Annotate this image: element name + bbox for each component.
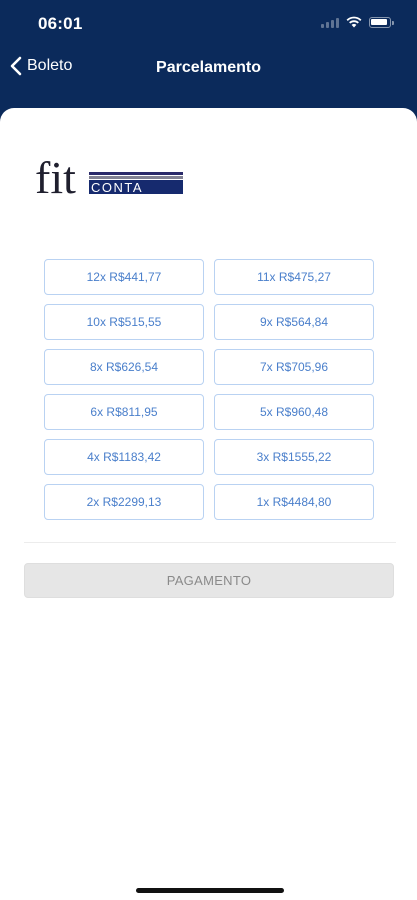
logo-text-conta: CONTA <box>91 180 143 195</box>
cellular-signal-icon <box>321 16 339 28</box>
status-time: 06:01 <box>38 14 83 33</box>
installment-options: 12x R$441,77 11x R$475,27 10x R$515,55 9… <box>44 259 374 520</box>
installment-option-8x[interactable]: 8x R$626,54 <box>44 349 204 385</box>
installment-option-4x[interactable]: 4x R$1183,42 <box>44 439 204 475</box>
installment-option-1x[interactable]: 1x R$4484,80 <box>214 484 374 520</box>
logo-text-fit: fit <box>35 156 76 198</box>
fitconta-logo: fit CONTA <box>35 156 183 198</box>
wifi-icon <box>346 16 362 28</box>
installment-option-3x[interactable]: 3x R$1555,22 <box>214 439 374 475</box>
battery-icon <box>369 16 394 28</box>
status-icons <box>321 16 394 28</box>
installment-option-11x[interactable]: 11x R$475,27 <box>214 259 374 295</box>
status-bar: 06:01 <box>0 0 417 48</box>
page-title: Parcelamento <box>156 59 261 76</box>
installment-option-7x[interactable]: 7x R$705,96 <box>214 349 374 385</box>
installment-option-5x[interactable]: 5x R$960,48 <box>214 394 374 430</box>
navigation-bar: Boleto Parcelamento <box>0 48 417 92</box>
installment-option-9x[interactable]: 9x R$564,84 <box>214 304 374 340</box>
content-sheet: fit CONTA 12x R$441,77 11x R$475,27 10x … <box>0 108 417 900</box>
installment-option-6x[interactable]: 6x R$811,95 <box>44 394 204 430</box>
installment-option-2x[interactable]: 2x R$2299,13 <box>44 484 204 520</box>
installment-option-12x[interactable]: 12x R$441,77 <box>44 259 204 295</box>
home-indicator <box>136 888 284 893</box>
payment-button[interactable]: PAGAMENTO <box>24 563 394 598</box>
installment-option-10x[interactable]: 10x R$515,55 <box>44 304 204 340</box>
divider <box>24 542 396 543</box>
